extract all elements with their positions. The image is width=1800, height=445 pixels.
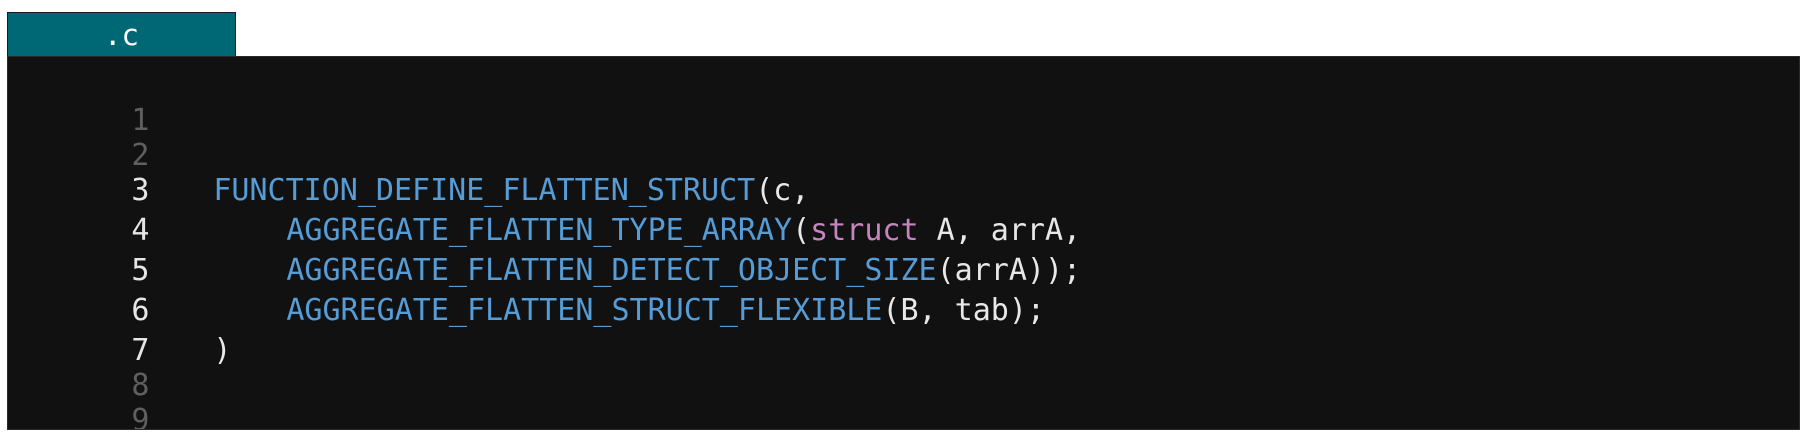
code-line: 7): [8, 291, 231, 368]
code-line: 6 AGGREGATE_FLATTEN_STRUCT_FLEXIBLE(B, ta…: [8, 251, 1045, 328]
code-line: 5 AGGREGATE_FLATTEN_DETECT_OBJECT_SIZE(ar…: [8, 211, 1081, 288]
code-line: 9: [8, 361, 171, 429]
function-name: AGGREGATE_FLATTEN_STRUCT_FLEXIBLE: [286, 293, 883, 328]
code-text: AGGREGATE_FLATTEN_STRUCT_FLEXIBLE(B, tab…: [171, 291, 1045, 331]
code-viewer: .c 1 2 3 FUNCTION_DEFINE_FLATTEN_STRUCT(c…: [0, 0, 1800, 445]
code-line: 8: [8, 326, 171, 403]
code-line: 4 AGGREGATE_FLATTEN_TYPE_ARRAY(struct A, …: [8, 171, 1081, 248]
line-number: 9: [131, 403, 150, 430]
code-text: ): [171, 331, 231, 371]
code-editor[interactable]: 1 2 3 FUNCTION_DEFINE_FLATTEN_STRUCT(c, 4…: [7, 56, 1800, 430]
code-rest: (B, tab);: [882, 293, 1045, 328]
code-line: 2: [8, 96, 171, 173]
code-line: 3 FUNCTION_DEFINE_FLATTEN_STRUCT(c,: [8, 131, 809, 208]
code-line: 1: [8, 61, 171, 138]
file-tab[interactable]: .c: [7, 12, 236, 56]
code-rest: ): [213, 333, 232, 368]
